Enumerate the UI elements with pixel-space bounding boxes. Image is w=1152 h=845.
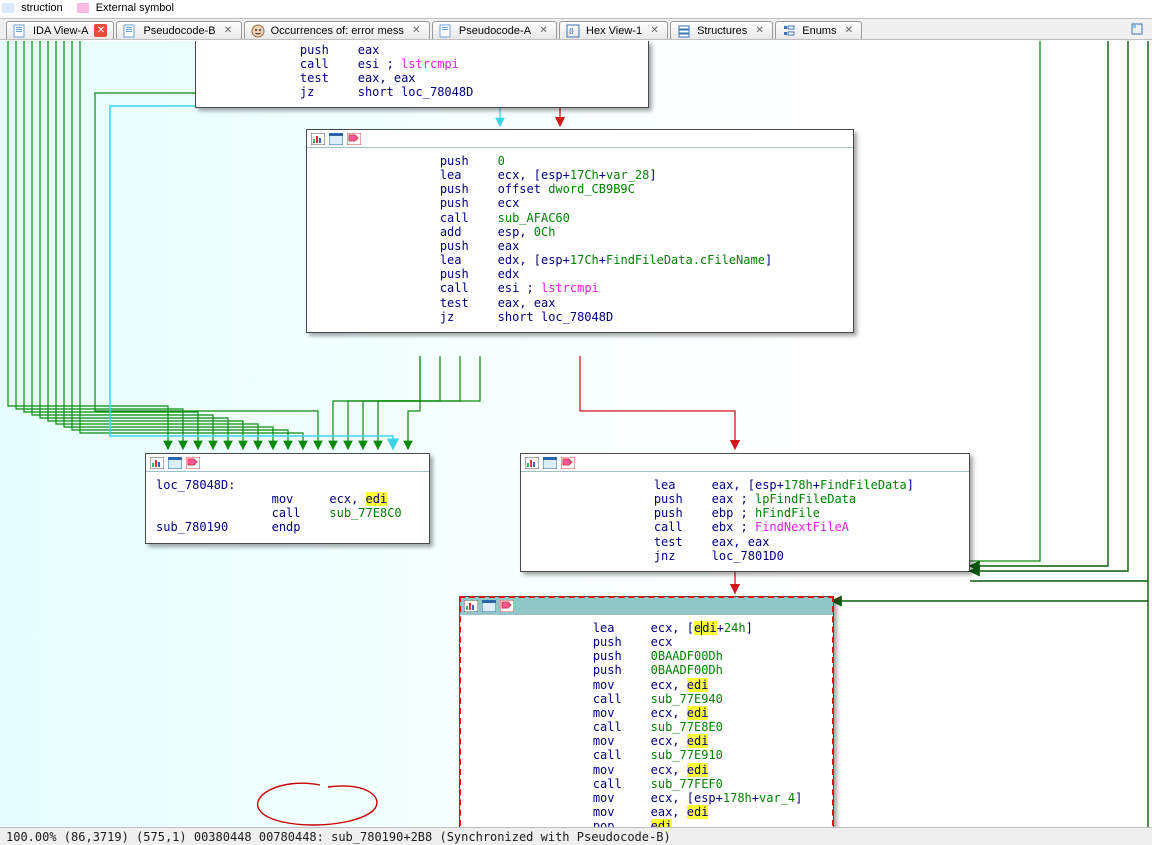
chart-icon: [150, 457, 164, 469]
svg-text:0: 0: [569, 27, 574, 36]
face-icon: [251, 24, 265, 38]
window-icon: [543, 457, 557, 469]
status-bar: 100.00% (86,3719) (575,1) 00380448 00780…: [0, 827, 1152, 845]
legend-item-instruction: struction: [2, 2, 63, 14]
tab-label: Pseudocode-B: [143, 25, 215, 37]
code-block: lea ecx, [edi+24h] push ecx push 0BAADF0…: [460, 615, 833, 827]
close-icon[interactable]: ✕: [648, 24, 661, 37]
tab-label: Enums: [802, 25, 836, 37]
tab-pseudocode-b[interactable]: Pseudocode-B ✕: [116, 21, 241, 39]
hex-icon: 0: [566, 24, 580, 38]
node-header: [460, 597, 833, 615]
tab-label: Structures: [697, 25, 747, 37]
close-icon[interactable]: ✕: [842, 24, 855, 37]
tab-pseudocode-a[interactable]: Pseudocode-A ✕: [432, 21, 557, 39]
close-icon[interactable]: ✕: [410, 24, 423, 37]
legend-bar: struction External symbol: [2, 2, 174, 14]
tab-enums[interactable]: Enums ✕: [775, 21, 862, 39]
legend-label: struction: [21, 2, 63, 14]
tab-hex-view[interactable]: 0 Hex View-1 ✕: [559, 21, 668, 39]
legend-label: External symbol: [96, 2, 174, 14]
graph-node-active[interactable]: lea ecx, [edi+24h] push ecx push 0BAADF0…: [459, 596, 834, 827]
tag-icon: [347, 133, 361, 145]
window-icon: [168, 457, 182, 469]
code-block: push 0 lea ecx, [esp+17Ch+var_28] push o…: [307, 148, 853, 332]
tab-structures[interactable]: Structures ✕: [670, 21, 773, 39]
chart-icon: [525, 457, 539, 469]
code-block: lea eax, [esp+178h+FindFileData] push ea…: [521, 472, 969, 571]
code-block: loc_78048D: mov ecx, edi call sub_77E8C0…: [146, 472, 429, 543]
window-icon: [329, 133, 343, 145]
tab-label: Pseudocode-A: [459, 25, 531, 37]
tag-icon: [500, 600, 514, 612]
tab-occurrences[interactable]: Occurrences of: error mess ✕: [244, 21, 430, 39]
legend-item-external-symbol: External symbol: [77, 2, 174, 14]
struct-icon: [677, 24, 691, 38]
graph-canvas[interactable]: push eax call esi ; lstrcmpi test eax, e…: [0, 41, 1152, 827]
close-icon[interactable]: ✕: [94, 24, 107, 37]
doc-icon: [123, 24, 137, 38]
doc-icon: [13, 24, 27, 38]
enum-icon: [782, 24, 796, 38]
status-text: 100.00% (86,3719) (575,1) 00380448 00780…: [6, 830, 671, 844]
chart-icon: [464, 600, 478, 612]
window-icon: [482, 600, 496, 612]
close-icon[interactable]: ✕: [537, 24, 550, 37]
graph-node[interactable]: push eax call esi ; lstrcmpi test eax, e…: [195, 41, 649, 108]
tab-bar: IDA View-A ✕ Pseudocode-B ✕ Occurrences …: [0, 18, 1152, 40]
tag-icon: [186, 457, 200, 469]
tab-label: Hex View-1: [586, 25, 642, 37]
node-header: [307, 130, 853, 148]
close-icon[interactable]: ✕: [753, 24, 766, 37]
graph-node[interactable]: loc_78048D: mov ecx, edi call sub_77E8C0…: [145, 453, 430, 544]
new-tab-button[interactable]: [1130, 19, 1144, 39]
graph-node[interactable]: lea eax, [esp+178h+FindFileData] push ea…: [520, 453, 970, 572]
node-header: [521, 454, 969, 472]
node-header: [146, 454, 429, 472]
tab-label: Occurrences of: error mess: [271, 25, 404, 37]
chart-icon: [311, 133, 325, 145]
close-icon[interactable]: ✕: [222, 24, 235, 37]
tab-ida-view-a[interactable]: IDA View-A ✕: [6, 21, 114, 39]
code-block: push eax call esi ; lstrcmpi test eax, e…: [196, 41, 648, 108]
tab-label: IDA View-A: [33, 25, 88, 37]
doc-icon: [439, 24, 453, 38]
tag-icon: [561, 457, 575, 469]
swatch-icon: [77, 3, 89, 13]
graph-node[interactable]: push 0 lea ecx, [esp+17Ch+var_28] push o…: [306, 129, 854, 333]
swatch-icon: [2, 3, 14, 13]
